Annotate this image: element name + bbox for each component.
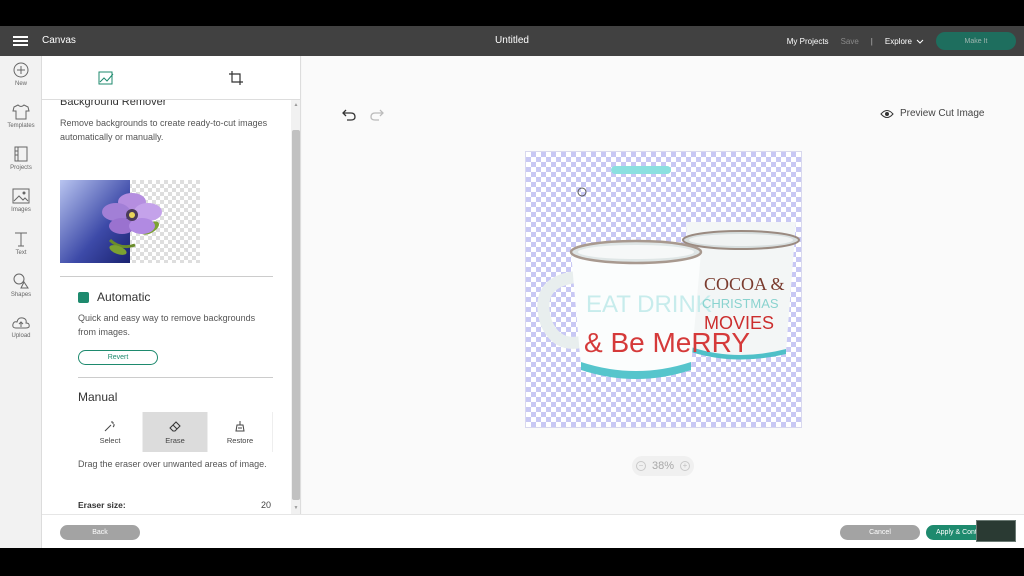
overlay-logo bbox=[976, 520, 1016, 542]
mug-right-text-line2: CHRISTMAS bbox=[702, 296, 779, 311]
preview-cut-image-toggle[interactable]: Preview Cut Image bbox=[880, 108, 984, 119]
automatic-title: Automatic bbox=[97, 290, 151, 304]
nav-separator: | bbox=[870, 36, 873, 46]
section-description: Remove backgrounds to create ready-to-cu… bbox=[60, 118, 268, 142]
mugs-image: EAT DRINK & Be MeRRY COCOA & CHRISTMAS M… bbox=[537, 166, 800, 379]
eraser-icon bbox=[169, 420, 181, 431]
mug-left-text-line1: EAT DRINK bbox=[586, 291, 712, 318]
divider bbox=[60, 276, 273, 277]
app-window: Canvas Untitled My Projects Save | Explo… bbox=[0, 26, 1024, 548]
manual-description: Drag the eraser over unwanted areas of i… bbox=[78, 459, 267, 469]
rail-label: Shapes bbox=[10, 292, 32, 298]
top-right-nav: My Projects Save | Explore Make It bbox=[775, 32, 1016, 50]
magic-wand-icon bbox=[104, 420, 115, 431]
back-button[interactable]: Back bbox=[60, 525, 140, 540]
explore-label: Explore bbox=[884, 36, 912, 46]
zoom-in-icon[interactable]: + bbox=[680, 461, 690, 471]
revert-button[interactable]: Revert bbox=[78, 350, 158, 365]
rail-item-templates[interactable]: Templates bbox=[0, 104, 42, 129]
my-projects-link[interactable]: My Projects bbox=[787, 37, 829, 46]
zoom-level: 38% bbox=[651, 460, 675, 472]
restore-brush-icon bbox=[235, 420, 245, 431]
top-bar: Canvas Untitled My Projects Save | Explo… bbox=[0, 26, 1024, 56]
eye-icon bbox=[880, 109, 894, 118]
make-it-button[interactable]: Make It bbox=[936, 32, 1016, 50]
background-remover-example-image bbox=[60, 180, 200, 263]
rail-label: Projects bbox=[10, 165, 32, 171]
rail-label: New bbox=[14, 81, 27, 87]
cloud-upload-icon bbox=[12, 317, 30, 329]
undo-redo-controls bbox=[342, 109, 398, 121]
erase-tool-button[interactable]: Erase bbox=[143, 412, 208, 452]
zoom-control: − 38% + bbox=[632, 456, 694, 476]
tab-crop[interactable] bbox=[170, 56, 300, 100]
eraser-size-value: 20 bbox=[261, 500, 272, 510]
background-remover-panel: Background Remover Remove backgrounds to… bbox=[42, 56, 301, 514]
zoom-out-icon[interactable]: − bbox=[636, 461, 646, 471]
select-tool-button[interactable]: Select bbox=[78, 412, 143, 452]
explore-menu[interactable]: Explore bbox=[885, 37, 924, 46]
left-rail: New Templates Projects Images Text Shape… bbox=[0, 56, 42, 548]
panel-tabs bbox=[42, 56, 300, 100]
rail-label: Upload bbox=[11, 333, 31, 339]
manual-tools: Select Erase Restore bbox=[78, 412, 273, 452]
rail-item-new[interactable]: New bbox=[0, 62, 42, 87]
restore-tool-button[interactable]: Restore bbox=[208, 412, 273, 452]
preview-cut-label: Preview Cut Image bbox=[900, 108, 985, 119]
rail-item-text[interactable]: Text bbox=[0, 231, 42, 256]
tool-label: Erase bbox=[165, 435, 185, 445]
save-link[interactable]: Save bbox=[841, 37, 859, 46]
manual-title: Manual bbox=[78, 390, 118, 404]
tab-background-remover[interactable] bbox=[42, 56, 170, 100]
scroll-down-icon[interactable]: ▼ bbox=[293, 505, 299, 511]
text-icon bbox=[15, 232, 27, 247]
divider bbox=[78, 377, 273, 378]
bottom-bar: Back Cancel Apply & Continue bbox=[42, 514, 1024, 548]
shapes-icon bbox=[13, 273, 29, 289]
app-name: Canvas bbox=[42, 35, 76, 46]
scroll-up-icon[interactable]: ▲ bbox=[293, 102, 299, 108]
menu-icon[interactable] bbox=[13, 36, 28, 46]
scrollbar-thumb[interactable] bbox=[292, 130, 300, 500]
panel-content: Background Remover Remove backgrounds to… bbox=[42, 96, 292, 514]
tool-label: Select bbox=[99, 435, 121, 445]
automatic-heading: Automatic bbox=[78, 290, 150, 304]
crop-icon bbox=[228, 71, 243, 85]
rail-item-images[interactable]: Images bbox=[0, 188, 42, 213]
rail-item-shapes[interactable]: Shapes bbox=[0, 273, 42, 298]
cancel-button[interactable]: Cancel bbox=[840, 525, 920, 540]
image-canvas[interactable]: EAT DRINK & Be MeRRY COCOA & CHRISTMAS M… bbox=[525, 151, 802, 428]
redo-icon[interactable] bbox=[370, 109, 384, 121]
rail-item-upload[interactable]: Upload bbox=[0, 316, 42, 339]
tool-label: Restore bbox=[226, 435, 254, 445]
plus-circle-icon bbox=[13, 62, 29, 78]
undo-icon[interactable] bbox=[342, 109, 356, 121]
notebook-icon bbox=[14, 146, 28, 162]
rail-label: Images bbox=[11, 207, 31, 213]
rail-label: Text bbox=[15, 250, 27, 256]
automatic-description: Quick and easy way to remove backgrounds… bbox=[78, 313, 256, 337]
image-icon bbox=[12, 188, 30, 204]
mug-right-text-line1: COCOA & bbox=[704, 274, 785, 294]
shirt-icon bbox=[12, 104, 30, 120]
panel-scrollbar[interactable]: ▲ ▼ bbox=[291, 100, 300, 514]
mug-right-text-line3: MOVIES bbox=[704, 313, 774, 333]
automatic-badge-icon bbox=[78, 291, 89, 303]
rail-label: Templates bbox=[7, 123, 35, 129]
chevron-down-icon bbox=[916, 39, 924, 44]
canvas-area: Preview Cut Image EAT DRINK & Be MeRRY C… bbox=[302, 56, 1024, 514]
rail-item-projects[interactable]: Projects bbox=[0, 146, 42, 171]
eraser-size-label: Eraser size: bbox=[78, 500, 126, 510]
image-edit-icon bbox=[98, 71, 114, 85]
